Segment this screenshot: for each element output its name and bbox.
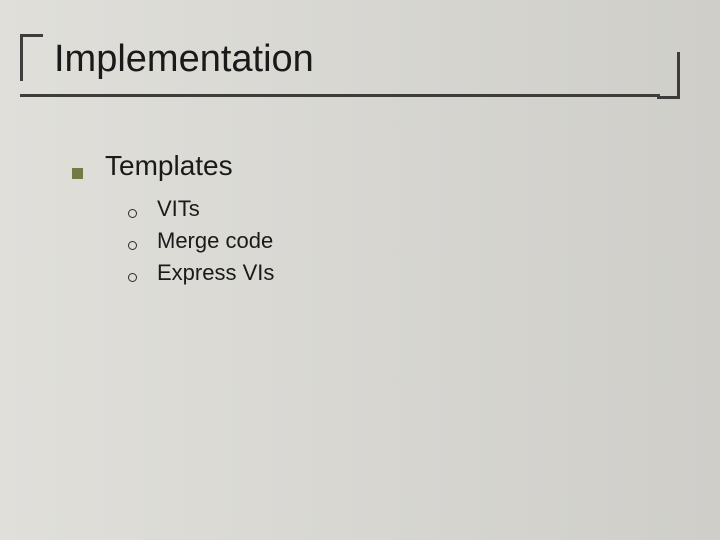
list-item: Merge code [128,228,660,254]
list-item-label: VITs [157,196,200,222]
bracket-bottom-right-icon [657,52,680,99]
list-item: Templates [72,150,660,182]
square-bullet-icon [72,168,83,179]
sublist: VITs Merge code Express VIs [128,196,660,286]
list-item: VITs [128,196,660,222]
circle-bullet-icon [128,273,137,282]
bracket-top-left-icon [20,34,43,81]
title-underline [20,94,660,97]
list-item: Express VIs [128,260,660,286]
circle-bullet-icon [128,209,137,218]
title-area: Implementation [20,34,680,85]
slide-body: Templates VITs Merge code Express VIs [72,150,660,292]
slide: Implementation Templates VITs Merge code… [0,0,720,540]
list-item-label: Express VIs [157,260,274,286]
slide-title: Implementation [20,34,680,85]
list-item-label: Templates [105,150,233,182]
circle-bullet-icon [128,241,137,250]
list-item-label: Merge code [157,228,273,254]
